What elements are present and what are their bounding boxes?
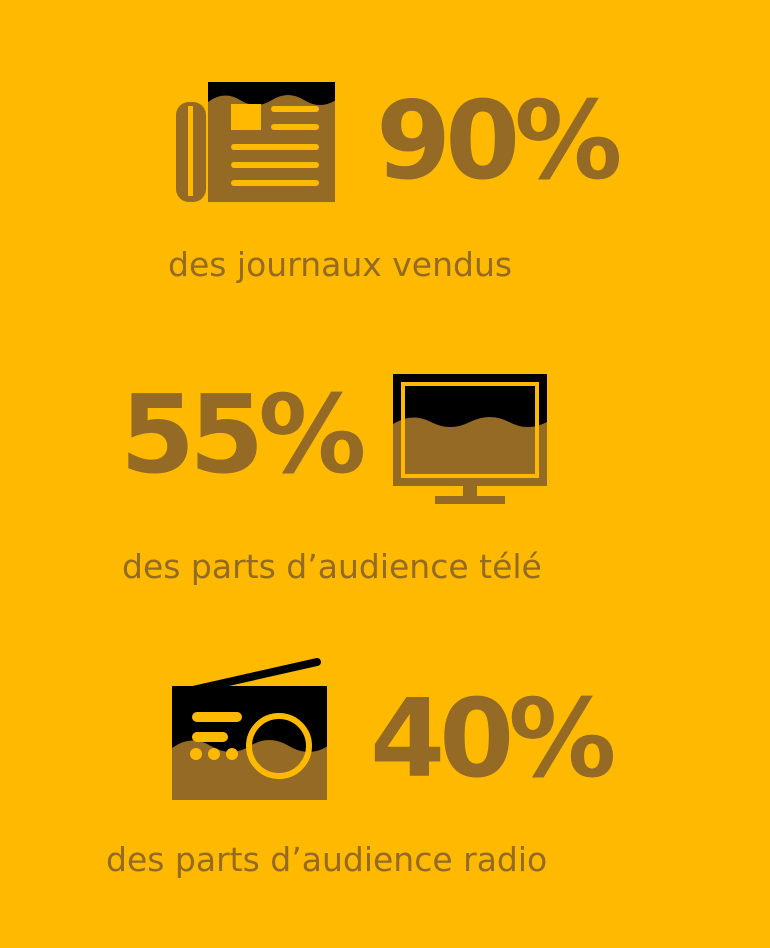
stat-value-television: 55% [120,373,367,498]
stat-value-newspapers: 90% [376,79,623,204]
newspaper-icon [176,82,335,202]
radio-icon [172,658,327,800]
stat-value-radio: 40% [370,677,617,802]
stat-caption-newspapers: des journaux vendus [168,245,513,284]
television-icon [393,374,547,504]
stat-caption-television: des parts d’audience télé [122,547,542,586]
infographic: 90% des journaux vendus 55% des parts d’… [0,0,770,948]
stat-caption-radio: des parts d’audience radio [106,840,548,879]
